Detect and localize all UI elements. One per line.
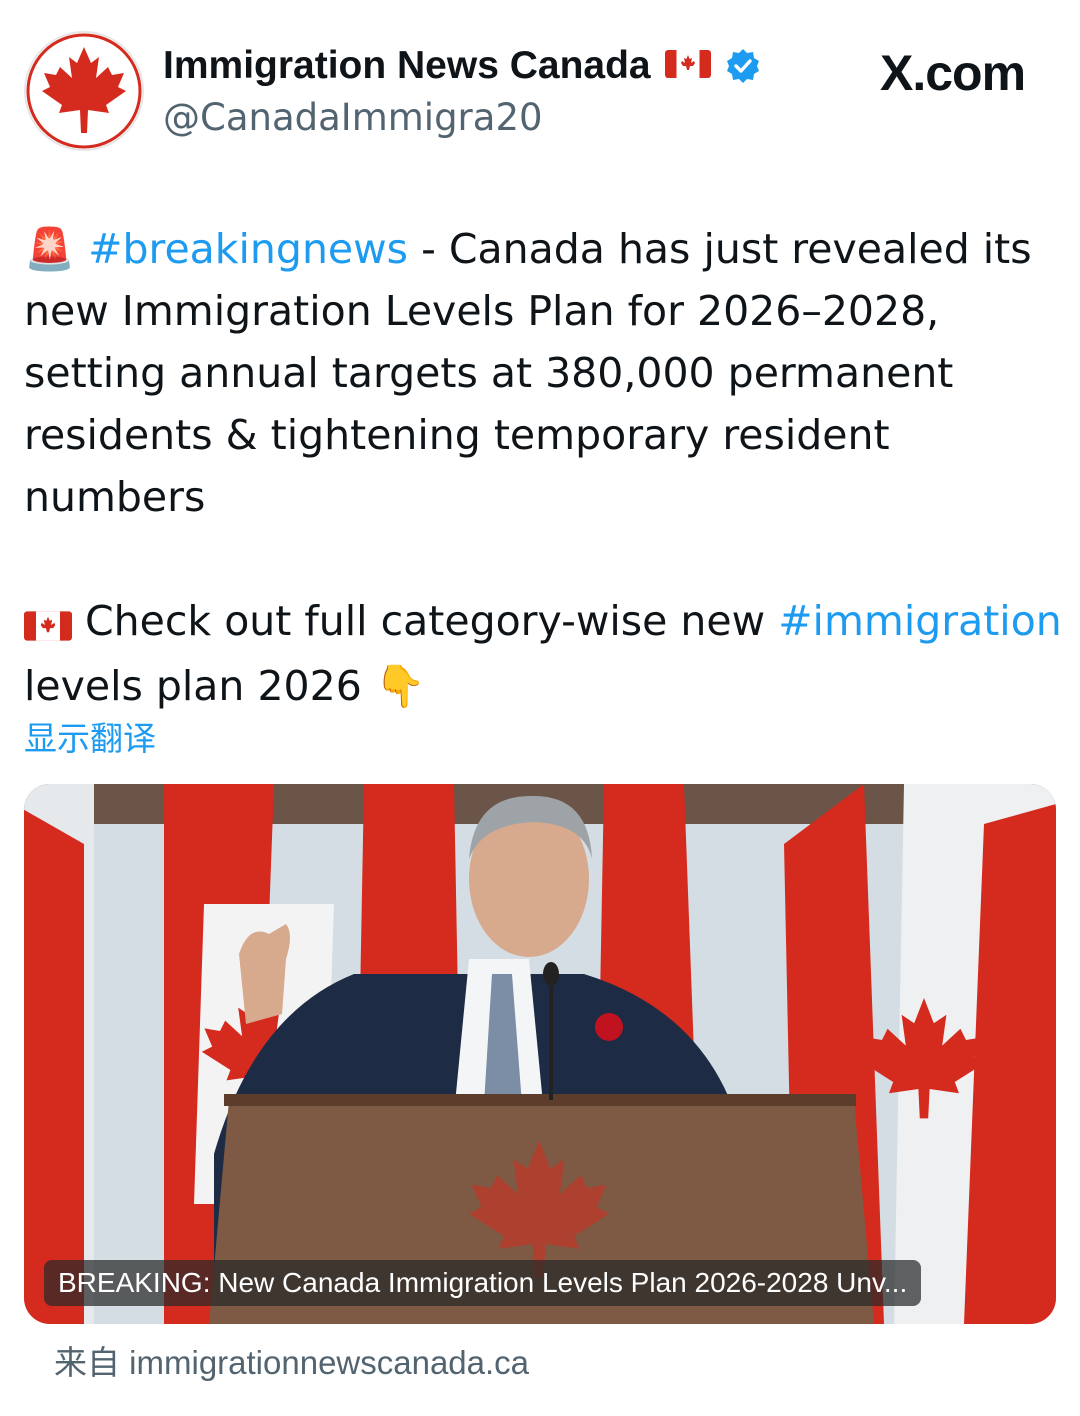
pointing-down-emoji-icon: 👇 — [374, 662, 426, 710]
display-name-text: Immigration News Canada — [163, 44, 651, 87]
link-preview-card[interactable]: BREAKING: New Canada Immigration Levels … — [24, 784, 1056, 1324]
source-prefix: 来自 — [54, 1344, 120, 1381]
tweet-header: Immigration News Canada @CanadaImmigra20… — [0, 0, 1080, 170]
link-source[interactable]: 来自 immigrationnewscanada.ca — [54, 1336, 529, 1384]
siren-emoji-icon: 🚨 — [24, 225, 76, 273]
tweet-paragraph-2-tail: levels plan 2026 — [24, 662, 375, 710]
x-logo-text: X.com — [880, 45, 1026, 101]
hashtag-immigration-link[interactable]: #immigration — [778, 597, 1062, 645]
tweet-body: 🚨 #breakingnews - Canada has just reveal… — [24, 218, 1064, 717]
maple-leaf-icon — [26, 33, 142, 149]
hashtag-breakingnews-link[interactable]: #breakingnews — [88, 225, 408, 273]
source-domain: immigrationnewscanada.ca — [129, 1344, 530, 1381]
show-translation-link[interactable]: 显示翻译 — [24, 712, 156, 760]
canada-flag-icon — [24, 593, 72, 655]
link-preview-caption: BREAKING: New Canada Immigration Levels … — [44, 1260, 922, 1306]
account-handle[interactable]: @CanadaImmigra20 — [163, 96, 543, 139]
canada-flag-icon — [664, 44, 711, 88]
account-display-name[interactable]: Immigration News Canada — [163, 44, 761, 88]
press-conference-photo — [24, 784, 1056, 1324]
account-avatar[interactable] — [26, 33, 142, 149]
tweet-paragraph-2-text: Check out full category-wise new — [72, 597, 779, 645]
tweet-paragraph-1: 🚨 #breakingnews - Canada has just reveal… — [24, 218, 1064, 528]
verified-badge-icon — [725, 48, 761, 84]
tweet-paragraph-2: Check out full category-wise new #immigr… — [24, 590, 1064, 717]
